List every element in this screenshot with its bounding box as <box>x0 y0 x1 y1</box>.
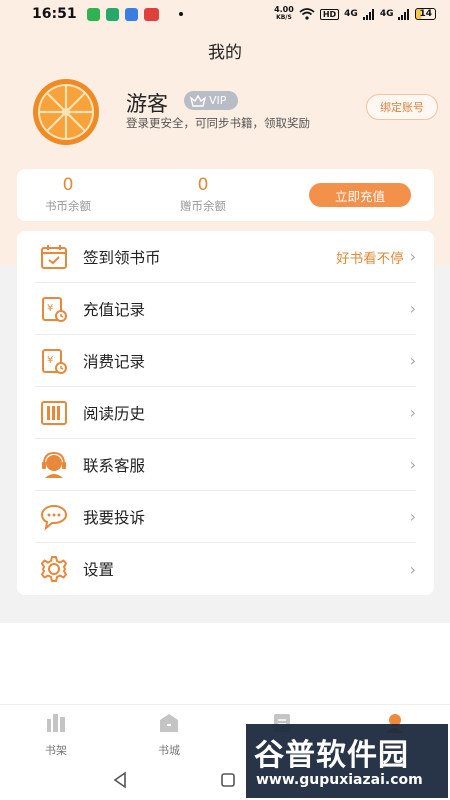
recharge-record-icon: ¥ <box>42 296 67 322</box>
menu-item-recharge-record[interactable]: ¥ 充值记录 › <box>35 283 416 335</box>
status-bar: 16:51 4.00 KB/S HD 4G 4G 14 <box>0 0 450 28</box>
wifi-icon <box>299 8 315 20</box>
chevron-right-icon: › <box>409 351 416 370</box>
battery-icon: 14 <box>415 8 436 20</box>
signal-4g-1: 4G <box>344 9 358 19</box>
chevron-right-icon: › <box>409 247 416 266</box>
recharge-button[interactable]: 立即充值 <box>309 183 411 207</box>
status-time: 16:51 <box>32 6 77 22</box>
page-title: 我的 <box>208 43 242 63</box>
chevron-right-icon: › <box>409 403 416 422</box>
calendar-check-icon <box>41 244 67 269</box>
menu-label-checkin: 签到领书币 <box>83 248 161 267</box>
menu-label-customer-service: 联系客服 <box>83 456 146 475</box>
avatar-orange-icon[interactable] <box>32 78 100 146</box>
watermark-url: www.gupuxiazai.com <box>256 772 423 788</box>
username: 游客 <box>126 92 168 116</box>
customer-service-icon <box>42 451 66 478</box>
consume-record-icon: ¥ <box>42 348 67 374</box>
coin-balance-label: 书币余额 <box>45 199 91 213</box>
checkin-promo-text: 好书看不停 <box>336 250 404 267</box>
bind-account-button[interactable]: 绑定账号 <box>366 94 438 120</box>
balance-card: 0 书币余额 0 赠币余额 立即充值 <box>17 169 434 221</box>
crown-icon <box>190 94 206 107</box>
menu-item-reading-history[interactable]: 阅读历史 › <box>35 387 416 439</box>
chevron-right-icon: › <box>409 507 416 526</box>
bookstore-icon <box>160 714 178 732</box>
chat-bubble-icon <box>40 504 68 530</box>
menu-item-consume-record[interactable]: ¥ 消费记录 › <box>35 335 416 387</box>
svg-text:¥: ¥ <box>47 355 53 366</box>
menu-label-consume-record: 消费记录 <box>83 352 146 371</box>
gift-balance-label: 赠币余额 <box>180 199 226 213</box>
tab-bookstore[interactable]: 书城 <box>139 711 199 758</box>
gift-balance-value: 0 <box>197 175 209 195</box>
chevron-right-icon: › <box>409 559 416 579</box>
menu-item-customer-service[interactable]: 联系客服 › <box>35 439 416 491</box>
signal-bars-icon <box>362 8 374 20</box>
more-notifications-dot-icon <box>178 12 183 16</box>
back-triangle-icon[interactable] <box>110 770 130 790</box>
phone-app-icon <box>86 7 100 21</box>
hd-badge: HD <box>319 8 340 20</box>
chevron-right-icon: › <box>409 455 416 474</box>
signal-4g-2: 4G <box>379 9 394 19</box>
coin-balance: 0 书币余额 <box>28 175 108 214</box>
network-speed: 4.00 KB/S <box>274 5 294 22</box>
cloud-app-icon <box>124 7 138 21</box>
vip-badge: VIP <box>184 91 238 110</box>
vip-label: VIP <box>209 94 227 107</box>
tab-bookshelf-label: 书架 <box>45 744 67 757</box>
tab-bookstore-label: 书城 <box>158 744 180 757</box>
app-notification-icon <box>105 7 119 21</box>
menu-label-reading-history: 阅读历史 <box>83 404 146 423</box>
bookshelf-icon <box>47 714 65 732</box>
menu-label-complaint: 我要投诉 <box>83 508 146 527</box>
signal-bars-icon <box>398 8 410 20</box>
menu-item-complaint[interactable]: 我要投诉 › <box>35 491 416 543</box>
home-square-icon[interactable] <box>218 770 238 790</box>
menu-label-settings: 设置 <box>83 561 115 579</box>
watermark-logo: 谷普软件园 www.gupuxiazai.com <box>246 724 448 798</box>
chevron-right-icon: › <box>409 299 416 318</box>
login-tip: 登录更安全，可同步书籍，领取奖励 <box>126 116 310 130</box>
menu-label-recharge-record: 充值记录 <box>83 300 146 319</box>
svg-text:¥: ¥ <box>47 303 53 314</box>
gift-balance: 0 赠币余额 <box>163 175 243 214</box>
menu-card: 签到领书币 好书看不停 › ¥ 充值记录 › ¥ 消费记录 › 阅读历史 › 联… <box>17 231 434 595</box>
books-icon <box>41 400 67 425</box>
watermark-title: 谷普软件园 <box>254 738 409 773</box>
news-app-icon <box>143 7 159 21</box>
tab-bookshelf[interactable]: 书架 <box>26 711 86 758</box>
coin-balance-value: 0 <box>62 175 74 195</box>
menu-item-settings[interactable]: 设置 › <box>35 543 416 595</box>
menu-item-checkin[interactable]: 签到领书币 好书看不停 › <box>35 231 416 283</box>
gear-icon <box>41 556 67 582</box>
